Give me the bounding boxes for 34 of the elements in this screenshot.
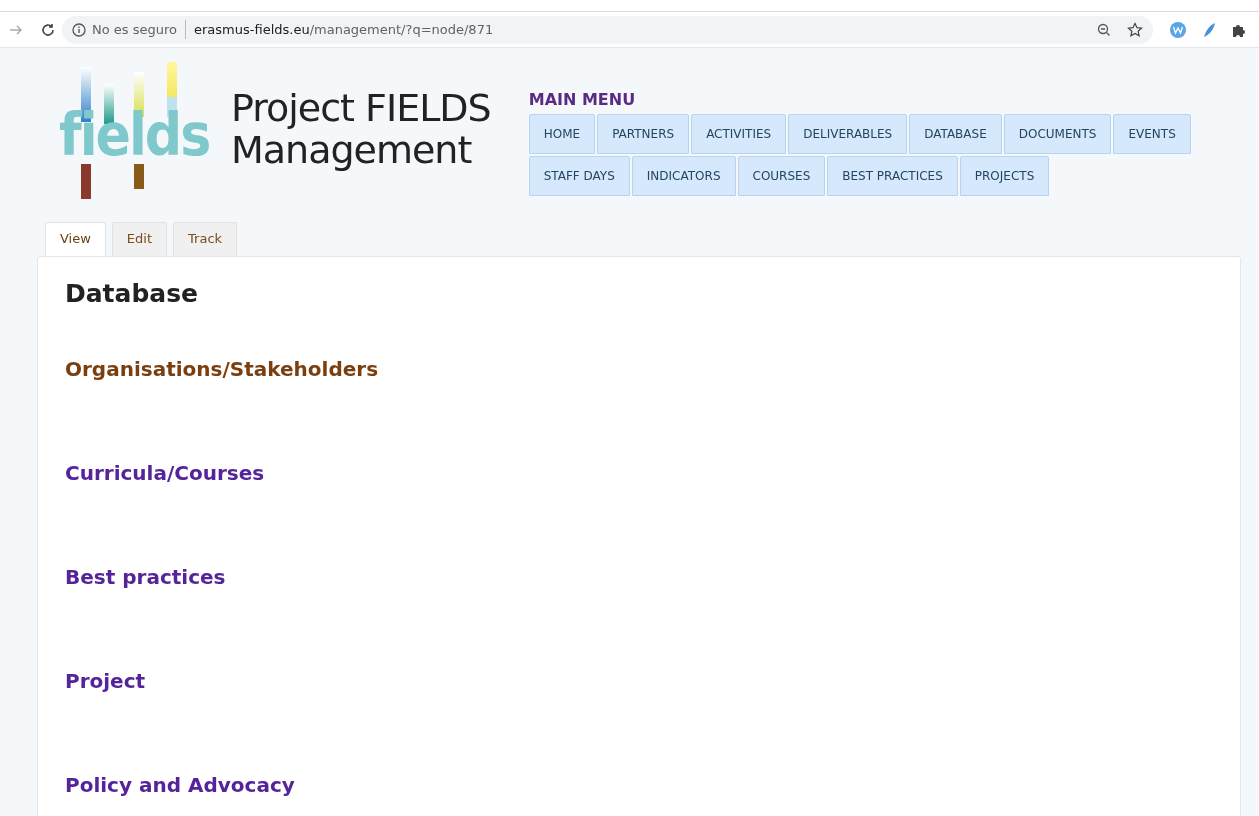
zoom-out-icon[interactable] bbox=[1097, 22, 1111, 37]
menu-item[interactable]: PROJECTS bbox=[959, 156, 1050, 196]
page-title: Database bbox=[65, 277, 200, 310]
menu-item[interactable]: COURSES bbox=[737, 156, 826, 196]
tab[interactable]: Track bbox=[173, 222, 238, 256]
menu-item[interactable]: DOCUMENTS bbox=[1003, 114, 1112, 154]
address-bar[interactable]: No es seguro erasmus-fields.eu/management/?q=node/871 bbox=[62, 15, 1153, 44]
section-link[interactable]: Organisations/Stakeholders bbox=[65, 354, 379, 384]
site-title: Management bbox=[231, 129, 473, 172]
section-link[interactable]: Best practices bbox=[65, 562, 226, 592]
reload-icon[interactable] bbox=[40, 21, 56, 38]
security-label: No es seguro bbox=[92, 20, 177, 39]
info-icon[interactable] bbox=[72, 22, 86, 37]
menu-item[interactable]: EVENTS bbox=[1113, 114, 1191, 154]
menu-heading: MAIN MENU bbox=[528, 89, 637, 111]
menu-item[interactable]: INDICATORS bbox=[631, 156, 736, 196]
menu-item[interactable]: PARTNERS bbox=[597, 114, 690, 154]
tab[interactable]: View bbox=[45, 222, 106, 256]
section-link[interactable]: Project bbox=[65, 666, 146, 696]
tab[interactable]: Edit bbox=[111, 222, 168, 256]
feather-icon[interactable] bbox=[1201, 20, 1217, 39]
menu-item[interactable]: STAFF DAYS bbox=[528, 156, 630, 196]
site-title: Project FIELDS bbox=[231, 88, 491, 130]
menu-item[interactable]: HOME bbox=[528, 114, 596, 154]
menu-item[interactable]: BEST PRACTICES bbox=[827, 156, 958, 196]
url-text: erasmus-fields.eu/management/?q=node/871 bbox=[185, 19, 494, 40]
menu-item[interactable]: DELIVERABLES bbox=[788, 114, 908, 154]
menu-item[interactable]: DATABASE bbox=[909, 114, 1002, 154]
menu-item[interactable]: ACTIVITIES bbox=[691, 114, 787, 154]
section-link[interactable]: Policy and Advocacy bbox=[65, 770, 295, 800]
star-icon[interactable] bbox=[1127, 21, 1143, 38]
section-link[interactable]: Curricula/Courses bbox=[65, 458, 265, 488]
logo-text: fields bbox=[59, 106, 210, 164]
extension-icon[interactable] bbox=[1169, 20, 1187, 39]
